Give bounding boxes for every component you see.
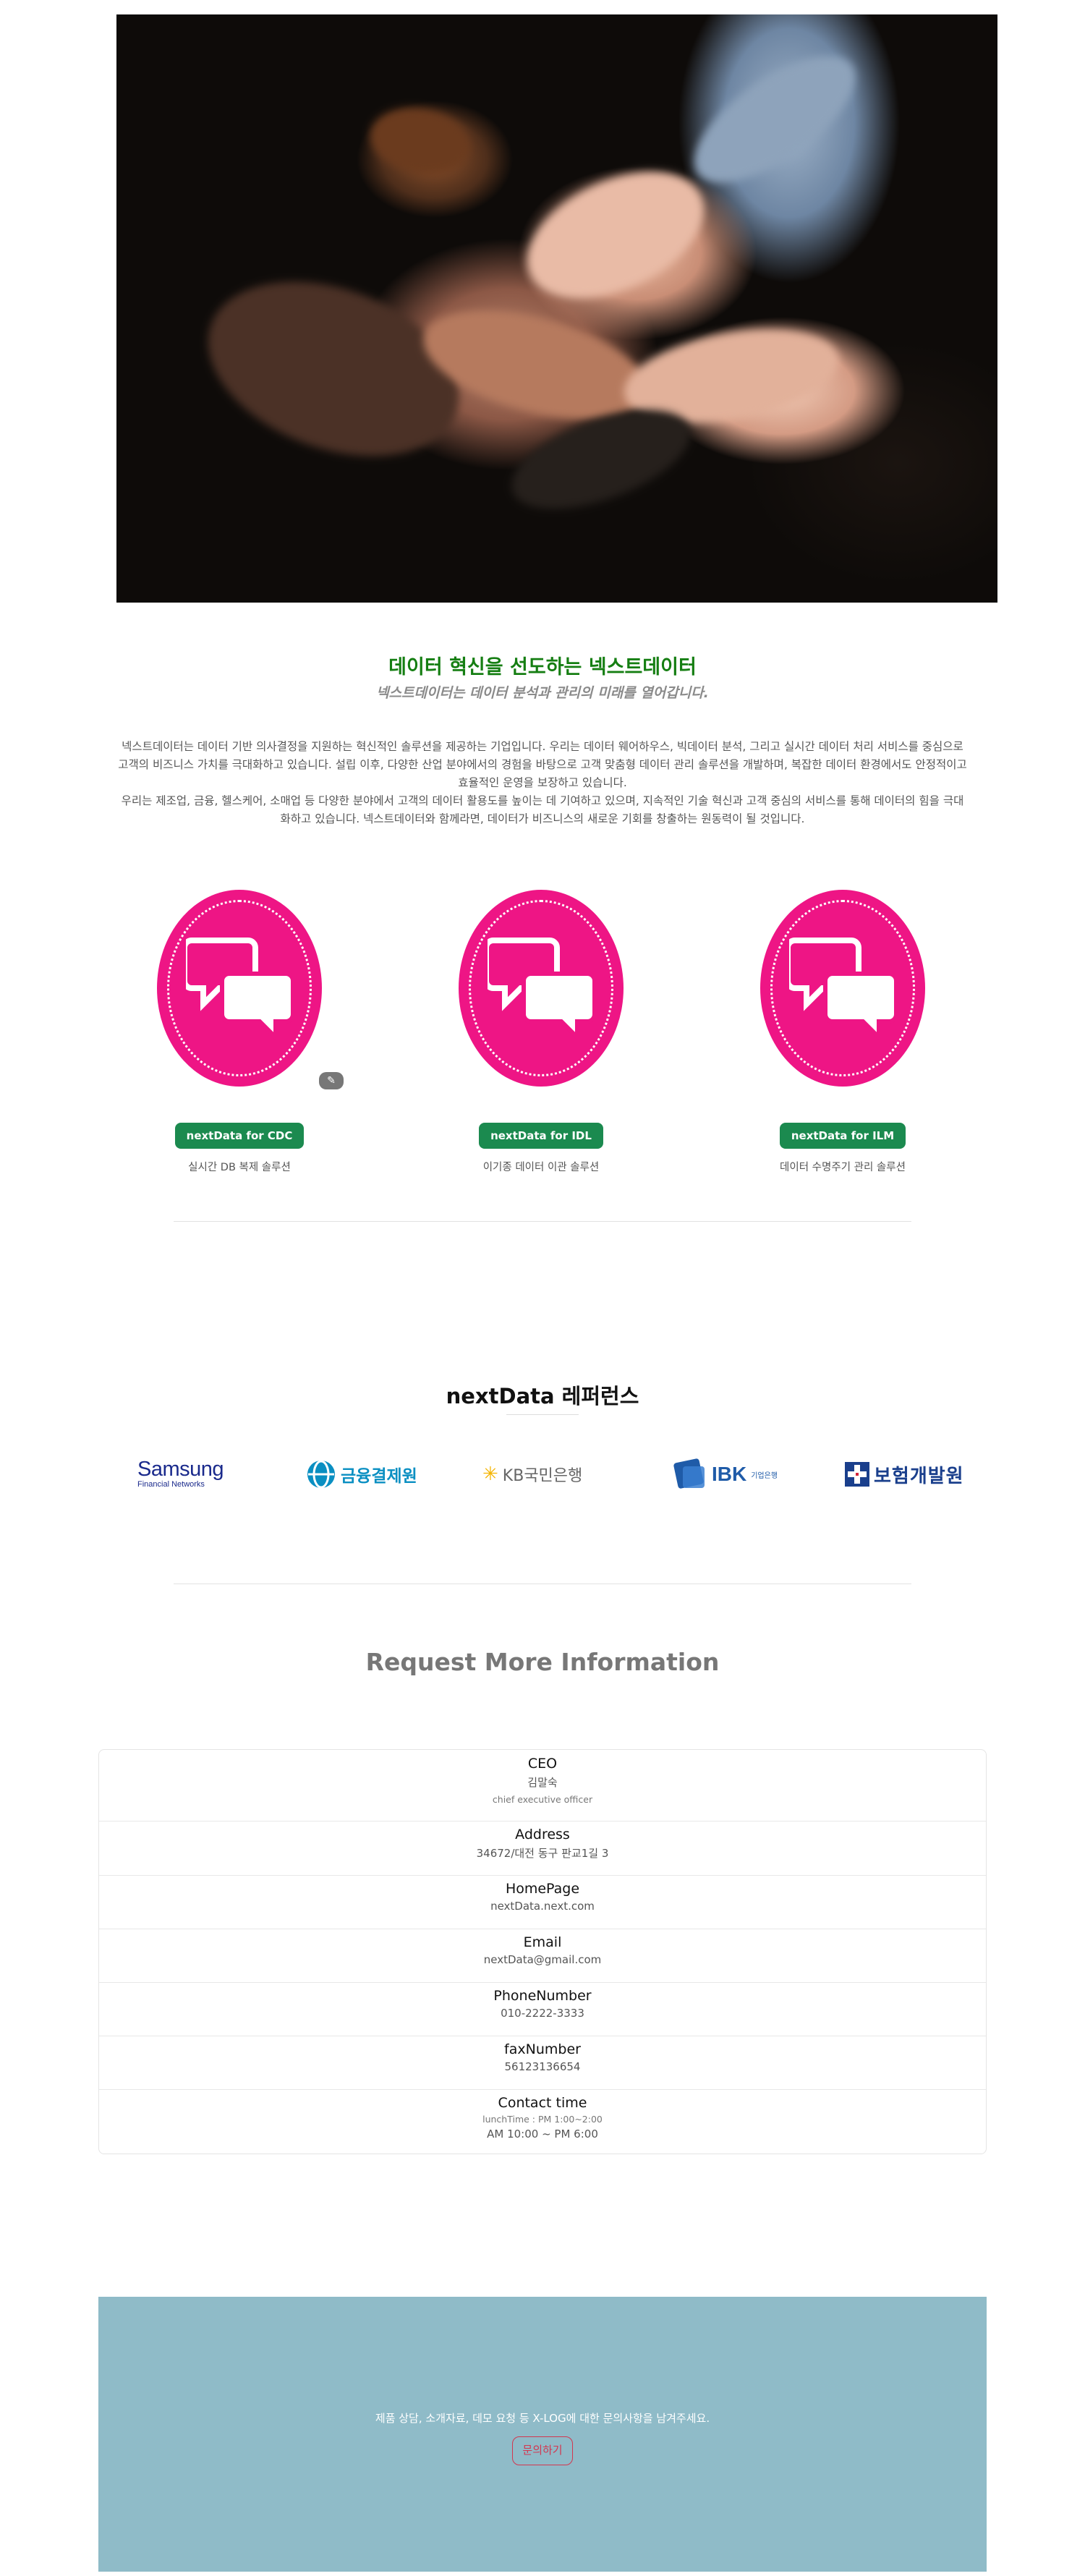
- info-sub: lunchTime : PM 1:00~2:00: [482, 2114, 603, 2125]
- kftc-mark-icon: [307, 1460, 335, 1489]
- logo-ibk-sub: 기업은행: [751, 1471, 778, 1480]
- info-row-contact-time: Contact time lunchTime : PM 1:00~2:00 AM…: [99, 2090, 986, 2155]
- info-row-homepage: HomePage nextData.next.com: [99, 1876, 986, 1929]
- ibk-mark-icon: [673, 1458, 705, 1489]
- info-value: AM 10:00 ~ PM 6:00: [487, 2127, 598, 2141]
- logo-samsung: Samsung Financial Networks: [137, 1454, 224, 1495]
- info-row-phone: PhoneNumber 010-2222-3333: [99, 1983, 986, 2036]
- logo-kftc: 금융결제원: [306, 1454, 417, 1495]
- info-row-email: Email nextData@gmail.com: [99, 1929, 986, 1983]
- product-desc-ilm: 데이터 수명주기 관리 솔루션: [780, 1162, 906, 1173]
- info-row-address: Address 34672/대전 동구 판교1길 3: [99, 1822, 986, 1876]
- chat-bubbles-icon: [157, 890, 322, 1087]
- intro-paragraph-2: 우리는 제조업, 금융, 헬스케어, 소매업 등 다양한 분야에서 고객의 데이…: [121, 794, 964, 825]
- edit-icon[interactable]: ✎: [319, 1072, 344, 1089]
- product-card-cdc: nextData for CDC 실시간 DB 복제 솔루션: [135, 890, 344, 1174]
- product-button-cdc[interactable]: nextData for CDC: [174, 1123, 305, 1149]
- info-label: HomePage: [505, 1881, 580, 1897]
- chat-bubbles-icon: [760, 890, 925, 1087]
- logo-ibk-name: IBK: [712, 1463, 747, 1485]
- info-value: 김말숙: [527, 1776, 558, 1789]
- info-value: 010-2222-3333: [501, 2007, 584, 2020]
- info-sub: chief executive officer: [492, 1794, 593, 1805]
- hand-shape: [507, 146, 724, 324]
- logo-kb-name: KB국민은행: [502, 1467, 583, 1485]
- inquiry-button[interactable]: 문의하기: [512, 2436, 573, 2465]
- product-card-idl: nextData for IDL 이기종 데이터 이관 솔루션: [436, 890, 646, 1174]
- product-button-idl[interactable]: nextData for IDL: [479, 1123, 603, 1149]
- logo-samsung-sub: Financial Networks: [137, 1480, 205, 1489]
- contact-info-card: CEO 김말숙 chief executive officer Address …: [98, 1749, 987, 2154]
- intro-title: 데이터 혁신을 선도하는 넥스트데이터: [388, 656, 697, 679]
- info-label: Address: [515, 1827, 570, 1842]
- hero-image: [116, 14, 997, 603]
- inquiry-text: 제품 상담, 소개자료, 데모 요청 등 X-LOG에 대한 문의사항을 남겨주…: [375, 2412, 710, 2425]
- chat-bubbles-icon: [459, 890, 624, 1087]
- info-value: 34672/대전 동구 판교1길 3: [476, 1847, 609, 1860]
- product-button-ilm[interactable]: nextData for ILM: [779, 1123, 906, 1149]
- logo-kftc-name: 금융결제원: [341, 1467, 417, 1486]
- references-title: nextData 레퍼런스: [446, 1384, 639, 1408]
- info-value: 56123136654: [504, 2060, 581, 2073]
- inquiry-banner: 제품 상담, 소개자료, 데모 요청 등 X-LOG에 대한 문의사항을 남겨주…: [98, 2297, 987, 2572]
- info-value: nextData@gmail.com: [483, 1953, 602, 1966]
- product-desc-cdc: 실시간 DB 복제 솔루션: [188, 1162, 291, 1173]
- hand-shape: [365, 100, 476, 182]
- info-row-fax: faxNumber 56123136654: [99, 2036, 986, 2090]
- info-label: CEO: [527, 1756, 558, 1772]
- info-value: nextData.next.com: [490, 1900, 595, 1913]
- logo-samsung-name: Samsung: [137, 1458, 224, 1481]
- info-label: PhoneNumber: [493, 1988, 592, 2004]
- product-desc-idl: 이기종 데이터 이관 솔루션: [482, 1162, 600, 1173]
- info-label: faxNumber: [504, 2041, 581, 2057]
- logo-kidi: 보험개발원: [845, 1454, 964, 1495]
- hand-shape: [674, 33, 875, 206]
- logo-kb: ✳ KB국민은행: [482, 1454, 582, 1495]
- product-card-ilm: nextData for ILM 데이터 수명주기 관리 솔루션: [738, 890, 948, 1174]
- info-label: Email: [523, 1934, 562, 1950]
- title-underline: [506, 1414, 579, 1415]
- info-row-ceo: CEO 김말숙 chief executive officer: [99, 1750, 986, 1822]
- info-label: Contact time: [498, 2095, 587, 2111]
- intro-paragraph-1: 넥스트데이터는 데이터 기반 의사결정을 지원하는 혁신적인 솔루션을 제공하는…: [118, 740, 967, 789]
- logo-ibk: IBK 기업은행: [673, 1454, 778, 1495]
- hand-shape: [184, 250, 483, 488]
- kb-star-icon: ✳: [482, 1463, 498, 1485]
- section-divider: [174, 1221, 911, 1222]
- intro-body: 넥스트데이터는 데이터 기반 의사결정을 지원하는 혁신적인 솔루션을 제공하는…: [118, 738, 967, 828]
- kidi-mark-icon: [845, 1462, 869, 1487]
- intro-subtitle: 넥스트데이터는 데이터 분석과 관리의 미래를 열어갑니다.: [376, 685, 709, 701]
- logo-kidi-name: 보험개발원: [874, 1465, 964, 1487]
- request-title: Request More Information: [365, 1648, 720, 1676]
